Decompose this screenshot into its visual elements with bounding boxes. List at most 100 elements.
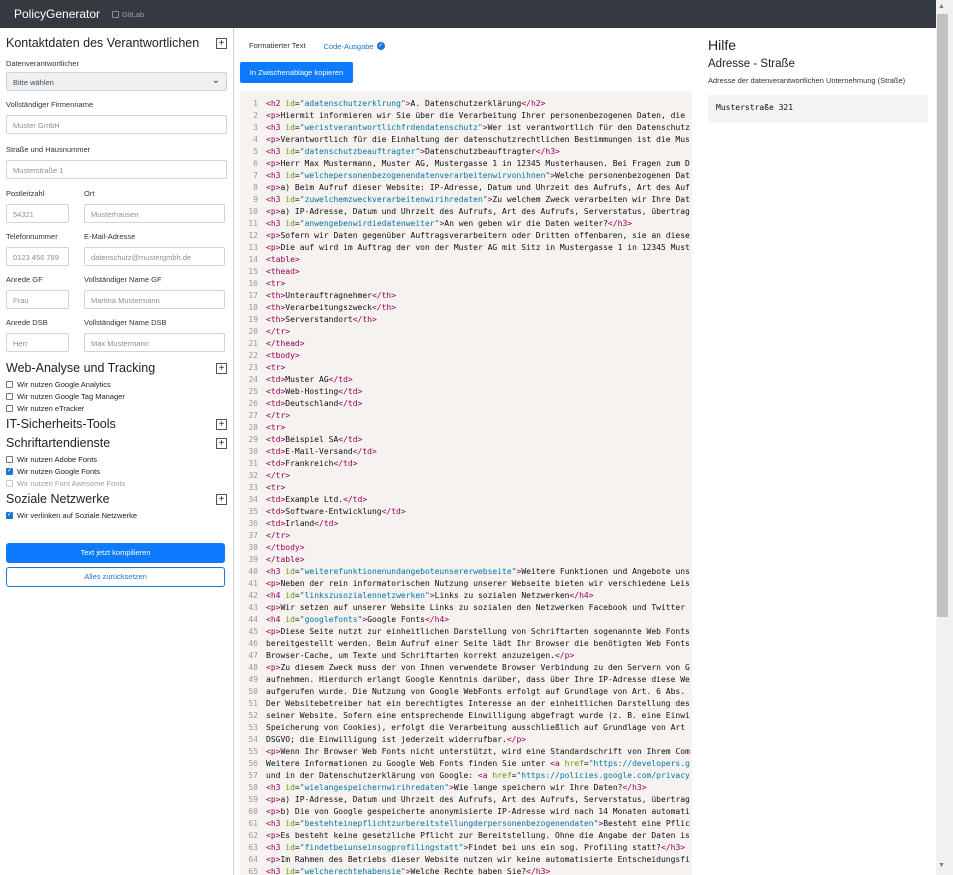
line-number: 18 xyxy=(248,303,258,312)
line-number: 5 xyxy=(253,147,258,156)
code-line: 39 </table> xyxy=(240,554,692,566)
code-text: <td>Web-Hosting</td> xyxy=(266,387,363,396)
checkbox[interactable] xyxy=(6,404,13,412)
line-number: 45 xyxy=(248,627,258,636)
copy-to-clipboard-button[interactable]: In Zwischenablage kopieren xyxy=(240,62,353,83)
line-number: 65 xyxy=(248,867,258,875)
social-section-header[interactable]: Soziale Netzwerke + xyxy=(6,492,227,506)
street-input[interactable]: Musterstraße 1 xyxy=(6,160,227,179)
salut-dsb-input[interactable]: Herr xyxy=(6,333,69,352)
scrollbar-thumb[interactable] xyxy=(937,14,948,617)
line-number: 40 xyxy=(248,567,258,576)
checkbox-row[interactable]: ✓ Wir verlinken auf Soziale Netzwerke xyxy=(6,509,227,521)
code-text: <thead> xyxy=(266,267,300,276)
code-line: 2 <p>Hiermit informieren wir Sie über die… xyxy=(240,110,692,122)
code-line: 16 <tr> xyxy=(240,278,692,290)
line-number: 35 xyxy=(248,507,258,516)
code-view[interactable]: 1 <h2 id="adatenschutzerklrung">A. Datens… xyxy=(240,91,692,875)
code-line: 29 <td>Beispiel SA</td> xyxy=(240,434,692,446)
code-line: 1 <h2 id="adatenschutzerklrung">A. Datens… xyxy=(240,98,692,110)
code-line: 13 <p>Die auf wird im Auftrag der von der… xyxy=(240,242,692,254)
gitlab-link[interactable]: GitLab xyxy=(112,10,144,19)
checkbox-row[interactable]: Wir nutzen Adobe Fonts xyxy=(6,453,227,465)
line-number: 8 xyxy=(253,183,258,192)
help-subtitle: Adresse - Straße xyxy=(708,58,795,70)
code-text: <p>Die auf wird im Auftrag der von der M… xyxy=(266,243,690,252)
page-scrollbar[interactable]: ▲ ▼ xyxy=(936,0,953,875)
name-dsb-input[interactable]: Max Mustermann xyxy=(84,333,225,352)
expand-plus-icon[interactable]: + xyxy=(216,437,227,449)
email-input[interactable]: datenschutz@mustergmbh.de xyxy=(84,247,225,266)
line-number: 58 xyxy=(248,783,258,792)
zip-input[interactable]: 54321 xyxy=(6,204,69,223)
code-text: <p>a) IP-Adresse, Datum und Uhrzeit des … xyxy=(266,795,690,804)
code-line: 54 DSGVO; die Einwilligung ist jederzeit … xyxy=(240,734,692,746)
checkbox-checked[interactable]: ✓ xyxy=(6,467,13,475)
code-text: bereitgestellt werden. Beim Aufruf einer… xyxy=(266,639,690,648)
responsible-value: Bitte wählen xyxy=(13,78,54,87)
code-text: <td>E-Mail-Versand</td> xyxy=(266,447,377,456)
line-number: 28 xyxy=(248,423,258,432)
code-line: 6 <p>Herr Max Mustermann, Muster AG, Must… xyxy=(240,158,692,170)
checkbox-label: Wir nutzen Google Fonts xyxy=(17,466,100,476)
name-gf-label: Vollständiger Name GF xyxy=(84,275,162,284)
code-text: <tr> xyxy=(266,483,286,492)
email-label: E-Mail-Adresse xyxy=(84,232,136,241)
line-number: 25 xyxy=(248,387,258,396)
line-number: 46 xyxy=(248,639,258,648)
checkbox-row[interactable]: Wir nutzen eTracker xyxy=(6,402,227,414)
help-example: Musterstraße 321 xyxy=(708,95,928,123)
code-text: <h3 id="anwengebenwirdiedatenweiter">An … xyxy=(266,219,633,228)
scroll-up-icon[interactable]: ▲ xyxy=(938,3,945,10)
salut-gf-input[interactable]: Frau xyxy=(6,290,69,309)
code-line: 10 <p>a) IP-Adresse, Datum und Uhrzeit de… xyxy=(240,206,692,218)
checkbox-row[interactable]: Wir nutzen Google Analytics xyxy=(6,378,227,390)
compile-button[interactable]: Text jetzt kompilieren xyxy=(6,543,225,563)
scroll-down-icon[interactable]: ▼ xyxy=(938,862,945,869)
contact-section-header[interactable]: Kontaktdaten des Verantwortlichen + xyxy=(6,36,227,50)
checkbox-row[interactable]: ✓ Wir nutzen Google Fonts xyxy=(6,465,227,477)
expand-plus-icon[interactable]: + xyxy=(216,362,227,374)
web-section-header[interactable]: Web-Analyse und Tracking + xyxy=(6,361,227,375)
code-line: 8 <p>a) Beim Aufruf dieser Website: IP-Ad… xyxy=(240,182,692,194)
expand-plus-icon[interactable]: + xyxy=(216,37,227,49)
line-number: 20 xyxy=(248,327,258,336)
social-section-title: Soziale Netzwerke xyxy=(6,492,110,506)
code-text: <h3 id="bestehteinepflichtzurbereitstell… xyxy=(266,819,690,828)
checkbox[interactable] xyxy=(6,455,13,463)
code-text: </thead> xyxy=(266,339,305,348)
tab-formatted-text[interactable]: Formatierter Text xyxy=(240,38,315,54)
expand-plus-icon[interactable]: + xyxy=(216,493,227,505)
code-text: </tr> xyxy=(266,411,291,420)
top-navbar: PolicyGenerator GitLab xyxy=(0,0,936,28)
expand-plus-icon[interactable]: + xyxy=(216,418,227,430)
city-label: Ort xyxy=(84,189,95,198)
line-number: 21 xyxy=(248,339,258,348)
responsible-select[interactable]: Bitte wählen ⌄ xyxy=(6,72,227,91)
checkbox[interactable] xyxy=(6,392,13,400)
code-line: 44 <h4 id="googlefonts">Google Fonts</h4> xyxy=(240,614,692,626)
line-number: 6 xyxy=(253,159,258,168)
it-section-header[interactable]: IT-Sicherheits-Tools + xyxy=(6,417,227,431)
reset-button[interactable]: Alles zurücksetzen xyxy=(6,567,225,587)
city-input[interactable]: Musterhausen xyxy=(84,204,225,223)
code-line: 7 <h3 id="welchepersonenbezogenendatenver… xyxy=(240,170,692,182)
code-text: <td>Example Ltd.</td> xyxy=(266,495,368,504)
checkbox-label: Wir verlinken auf Soziale Netzwerke xyxy=(17,510,138,520)
checkbox-label: Wir nutzen eTracker xyxy=(17,403,85,413)
tab-code-output[interactable]: Code-Ausgabe ✓ xyxy=(315,38,394,54)
line-number: 30 xyxy=(248,447,258,456)
checkbox-checked[interactable]: ✓ xyxy=(6,511,13,519)
code-text: <th>Verarbeitungszweck</th> xyxy=(266,303,397,312)
phone-input[interactable]: 0123 456 789 xyxy=(6,247,69,266)
output-panel: Formatierter Text Code-Ausgabe ✓ In Zwisc… xyxy=(240,28,692,875)
name-gf-input[interactable]: Martina Mustermann xyxy=(84,290,225,309)
checkbox[interactable] xyxy=(6,380,13,388)
font-section-header[interactable]: Schriftartendienste + xyxy=(6,436,227,450)
line-number: 51 xyxy=(248,699,258,708)
font-section-title: Schriftartendienste xyxy=(6,436,111,450)
checkbox-row[interactable]: Wir nutzen Google Tag Manager xyxy=(6,390,227,402)
brand-link[interactable]: PolicyGenerator xyxy=(14,7,100,21)
company-input[interactable]: Muster GmbH xyxy=(6,115,227,134)
code-line: 15 <thead> xyxy=(240,266,692,278)
